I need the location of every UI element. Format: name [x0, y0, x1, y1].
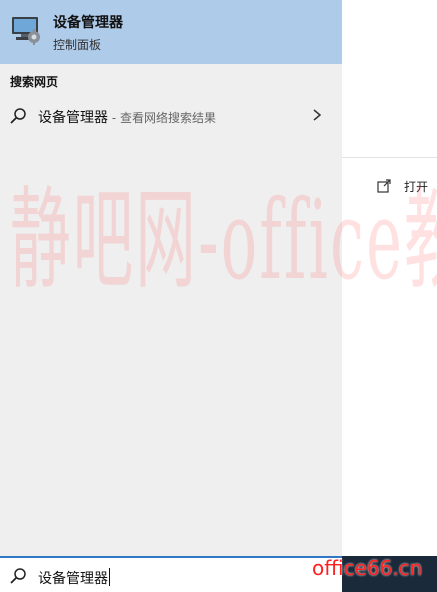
web-search-text: 设备管理器 - 查看网络搜索结果 — [38, 107, 216, 127]
device-manager-icon — [12, 17, 40, 45]
open-icon — [377, 179, 391, 193]
web-search-result[interactable]: 设备管理器 - 查看网络搜索结果 — [0, 98, 342, 134]
preview-pane — [342, 0, 437, 556]
text-caret — [109, 568, 110, 586]
preview-divider — [342, 157, 437, 158]
open-action[interactable]: 打开 — [376, 176, 437, 196]
chevron-right-icon[interactable] — [310, 108, 324, 122]
search-icon — [10, 568, 26, 584]
best-match-title: 设备管理器 — [53, 15, 123, 31]
web-search-suffix: - 查看网络搜索结果 — [108, 111, 216, 125]
search-icon — [10, 108, 26, 124]
open-label: 打开 — [404, 180, 429, 194]
search-box[interactable]: 设备管理器 — [0, 556, 342, 592]
best-match-subtitle: 控制面板 — [53, 38, 102, 52]
best-match-result[interactable]: 设备管理器 控制面板 — [0, 0, 342, 64]
search-input[interactable]: 设备管理器 — [38, 568, 110, 588]
web-search-query: 设备管理器 — [38, 110, 108, 126]
search-input-value: 设备管理器 — [38, 571, 108, 587]
web-section-heading: 搜索网页 — [10, 75, 59, 89]
taskbar-area — [342, 556, 437, 592]
